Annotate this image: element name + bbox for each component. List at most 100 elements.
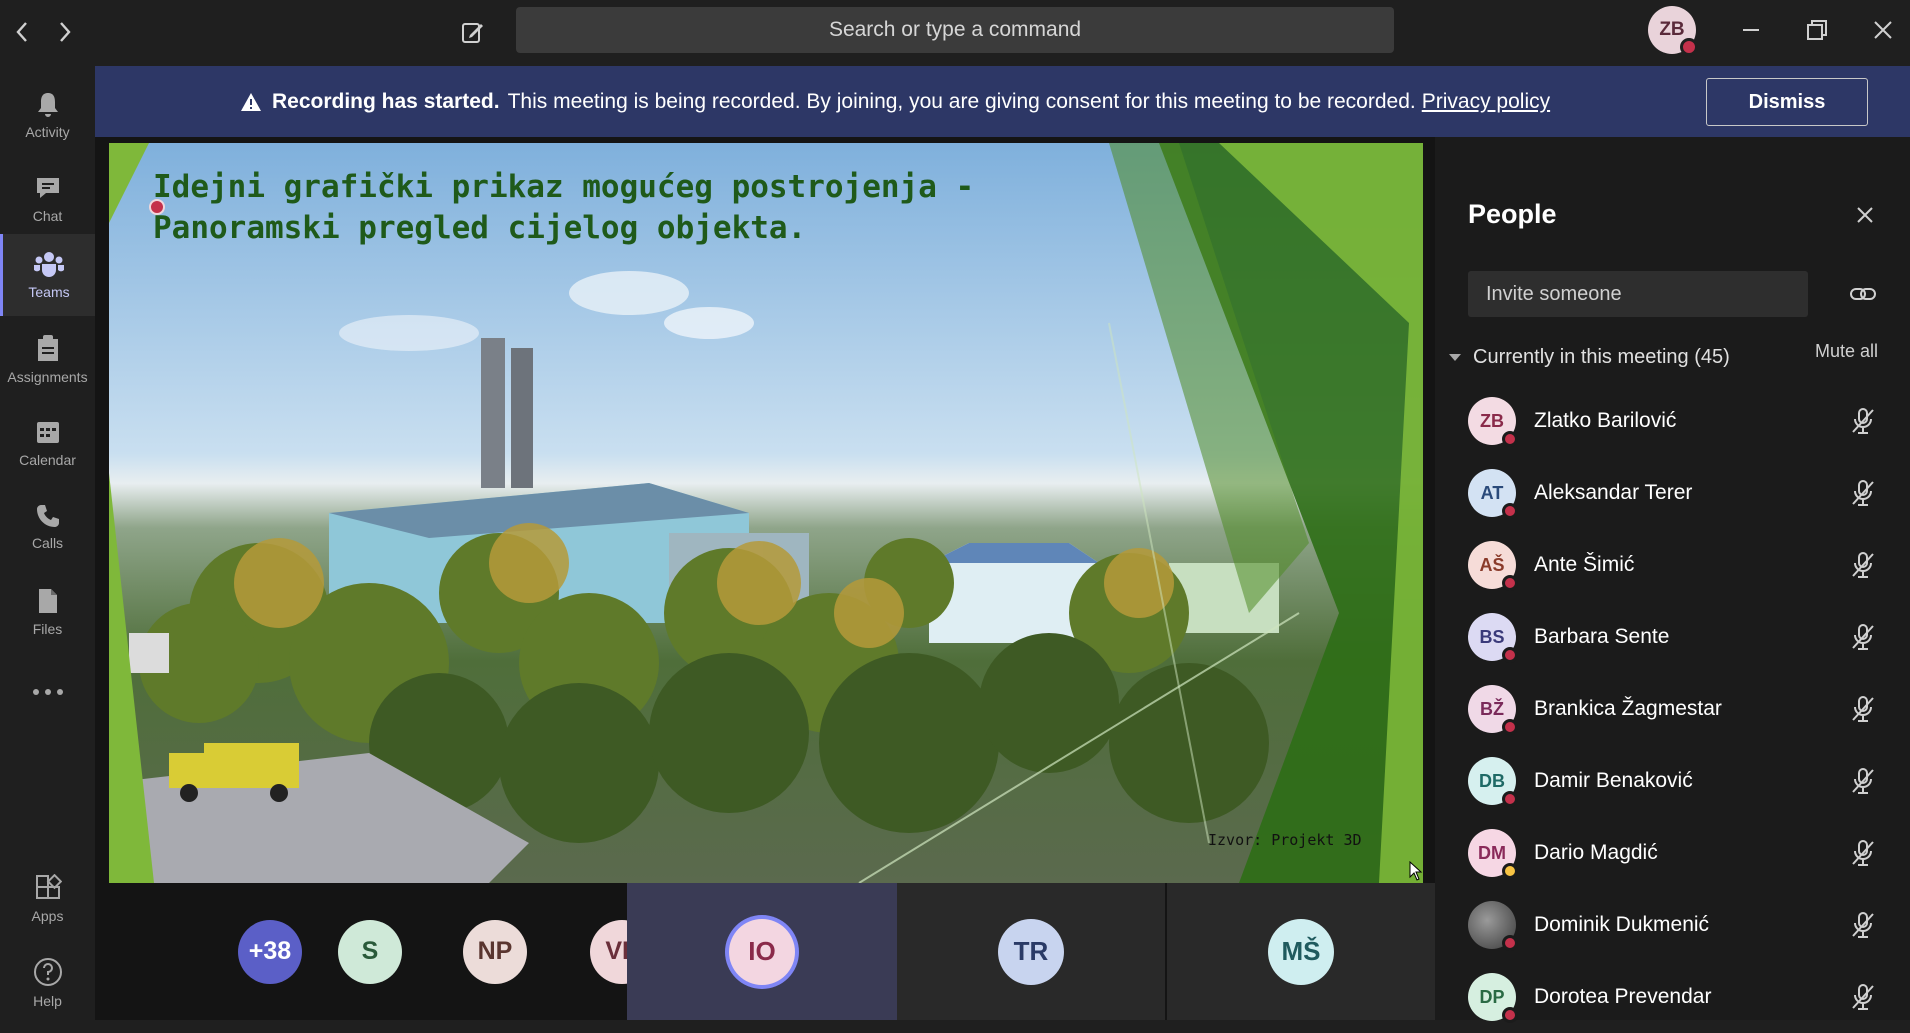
mic-muted-icon[interactable] bbox=[1845, 763, 1881, 799]
banner-message: Recording has started. This meeting is b… bbox=[240, 66, 1550, 137]
avatar: BS bbox=[1468, 613, 1518, 663]
avatar: +38 bbox=[238, 919, 302, 984]
privacy-policy-link[interactable]: Privacy policy bbox=[1422, 90, 1550, 114]
rail-label: Files bbox=[32, 621, 63, 637]
mute-all-button[interactable]: Mute all bbox=[1815, 341, 1878, 362]
overflow-participants[interactable]: +38 bbox=[225, 883, 315, 1020]
slide-illustration bbox=[109, 143, 1423, 883]
rail-label: Calendar bbox=[19, 452, 76, 468]
participant-tile[interactable]: S bbox=[325, 883, 415, 1020]
rail-item-calls[interactable]: Calls bbox=[0, 486, 95, 568]
rail-item-chat[interactable]: Chat bbox=[0, 158, 95, 240]
close-window-icon[interactable] bbox=[1861, 10, 1905, 50]
participant-initials: AŠ bbox=[1479, 554, 1505, 575]
close-icon[interactable] bbox=[1847, 197, 1883, 233]
recording-indicator-icon bbox=[149, 199, 165, 215]
participant-tile[interactable]: NP bbox=[450, 883, 540, 1020]
participant-list: ZB Zlatko Barilović AT Aleksandar Terer AŠ An… bbox=[1435, 385, 1910, 1033]
search-input[interactable]: Search or type a command bbox=[516, 7, 1394, 53]
participant-tile[interactable]: TR bbox=[897, 883, 1165, 1020]
rail-item-apps[interactable]: Apps bbox=[0, 858, 95, 940]
ellipsis-icon bbox=[32, 689, 63, 695]
dismiss-button[interactable]: Dismiss bbox=[1706, 78, 1868, 126]
apps-icon bbox=[35, 874, 62, 899]
mic-muted-icon[interactable] bbox=[1845, 979, 1881, 1015]
avatar: MŠ bbox=[1268, 918, 1334, 985]
mic-muted-icon[interactable] bbox=[1845, 691, 1881, 727]
avatar: AT bbox=[1468, 469, 1518, 519]
participant-row[interactable]: Dominik Dukmenić bbox=[1435, 889, 1910, 961]
avatar: S bbox=[338, 919, 402, 984]
cursor-icon bbox=[1409, 861, 1423, 881]
participant-initials: TR bbox=[1013, 936, 1049, 966]
rail-label: Calls bbox=[31, 535, 64, 551]
share-link-icon[interactable] bbox=[1843, 275, 1883, 313]
participant-initials: +38 bbox=[248, 937, 292, 965]
participant-initials: AT bbox=[1480, 482, 1504, 503]
new-chat-icon[interactable] bbox=[455, 14, 491, 50]
rail-label: Help bbox=[33, 993, 62, 1009]
rail-label: Assignments bbox=[7, 369, 88, 385]
mic-muted-icon[interactable] bbox=[1845, 619, 1881, 655]
meeting-stage: Idejni grafički prikaz mogućeg postrojen… bbox=[95, 137, 1435, 1020]
rail-item-files[interactable]: Files bbox=[0, 570, 95, 652]
rail-label: Apps bbox=[31, 908, 64, 924]
participant-row[interactable]: DP Dorotea Prevendar bbox=[1435, 961, 1910, 1033]
active-speaker-tile[interactable]: IO bbox=[627, 883, 897, 1020]
rail-label: Teams bbox=[28, 284, 70, 300]
participant-initials: S bbox=[361, 937, 379, 965]
mic-muted-icon[interactable] bbox=[1845, 907, 1881, 943]
presence-status-icon bbox=[1502, 719, 1518, 735]
participant-row[interactable]: DM Dario Magdić bbox=[1435, 817, 1910, 889]
participant-row[interactable]: ZB Zlatko Barilović bbox=[1435, 385, 1910, 457]
app-rail: Activity Chat Teams Assignments Calendar… bbox=[0, 66, 95, 1020]
participant-name: Aleksandar Terer bbox=[1534, 481, 1693, 504]
presence-status-icon bbox=[1502, 863, 1518, 879]
presence-status-icon bbox=[1502, 431, 1518, 447]
people-panel: People Currently in this meeting (45) Mu… bbox=[1435, 137, 1910, 1023]
help-icon bbox=[33, 958, 62, 986]
rail-item-activity[interactable]: Activity bbox=[0, 74, 95, 156]
participant-name: Barbara Sente bbox=[1534, 625, 1670, 648]
forward-arrow-icon[interactable] bbox=[47, 14, 83, 50]
more-apps-button[interactable] bbox=[0, 654, 95, 736]
avatar: NP bbox=[463, 919, 527, 984]
rail-item-calendar[interactable]: Calendar bbox=[0, 402, 95, 484]
participant-initials: DM bbox=[1478, 842, 1506, 863]
participant-strip: +38 S NP VP IO TR MŠ bbox=[95, 883, 1435, 1020]
banner-text: This meeting is being recorded. By joini… bbox=[507, 89, 1416, 113]
mic-muted-icon[interactable] bbox=[1845, 475, 1881, 511]
rail-item-assignments[interactable]: Assignments bbox=[0, 318, 95, 400]
user-avatar[interactable]: ZB bbox=[1648, 6, 1698, 56]
rail-item-teams[interactable]: Teams bbox=[0, 234, 95, 316]
presence-status-icon bbox=[1502, 575, 1518, 591]
participant-row[interactable]: BŽ Brankica Žagmestar bbox=[1435, 673, 1910, 745]
invite-input[interactable] bbox=[1468, 271, 1808, 317]
rail-item-help[interactable]: Help bbox=[0, 942, 95, 1024]
participant-row[interactable]: BS Barbara Sente bbox=[1435, 601, 1910, 673]
participant-name: Brankica Žagmestar bbox=[1534, 697, 1722, 720]
restore-icon[interactable] bbox=[1795, 10, 1839, 50]
minimize-icon[interactable] bbox=[1729, 10, 1773, 50]
participant-row[interactable]: DB Damir Benaković bbox=[1435, 745, 1910, 817]
avatar bbox=[1468, 901, 1518, 951]
participant-row[interactable]: AT Aleksandar Terer bbox=[1435, 457, 1910, 529]
participant-initials: IO bbox=[748, 936, 776, 966]
avatar: ZB bbox=[1468, 397, 1518, 447]
title-bar: Search or type a command ZB bbox=[0, 0, 1910, 66]
rail-label: Chat bbox=[32, 208, 63, 224]
participant-name: Damir Benaković bbox=[1534, 769, 1693, 792]
participant-initials: NP bbox=[477, 937, 513, 965]
participant-tile[interactable]: MŠ bbox=[1167, 883, 1435, 1020]
participant-row[interactable]: AŠ Ante Šimić bbox=[1435, 529, 1910, 601]
chevron-down-icon bbox=[1449, 353, 1461, 361]
warning-icon bbox=[241, 92, 261, 111]
mic-muted-icon[interactable] bbox=[1845, 403, 1881, 439]
avatar: DP bbox=[1468, 973, 1518, 1023]
participant-name: Dorotea Prevendar bbox=[1534, 985, 1712, 1008]
mic-muted-icon[interactable] bbox=[1845, 547, 1881, 583]
mic-muted-icon[interactable] bbox=[1845, 835, 1881, 871]
back-arrow-icon[interactable] bbox=[4, 14, 40, 50]
panel-title: People bbox=[1468, 199, 1557, 229]
shared-slide: Idejni grafički prikaz mogućeg postrojen… bbox=[109, 143, 1423, 883]
